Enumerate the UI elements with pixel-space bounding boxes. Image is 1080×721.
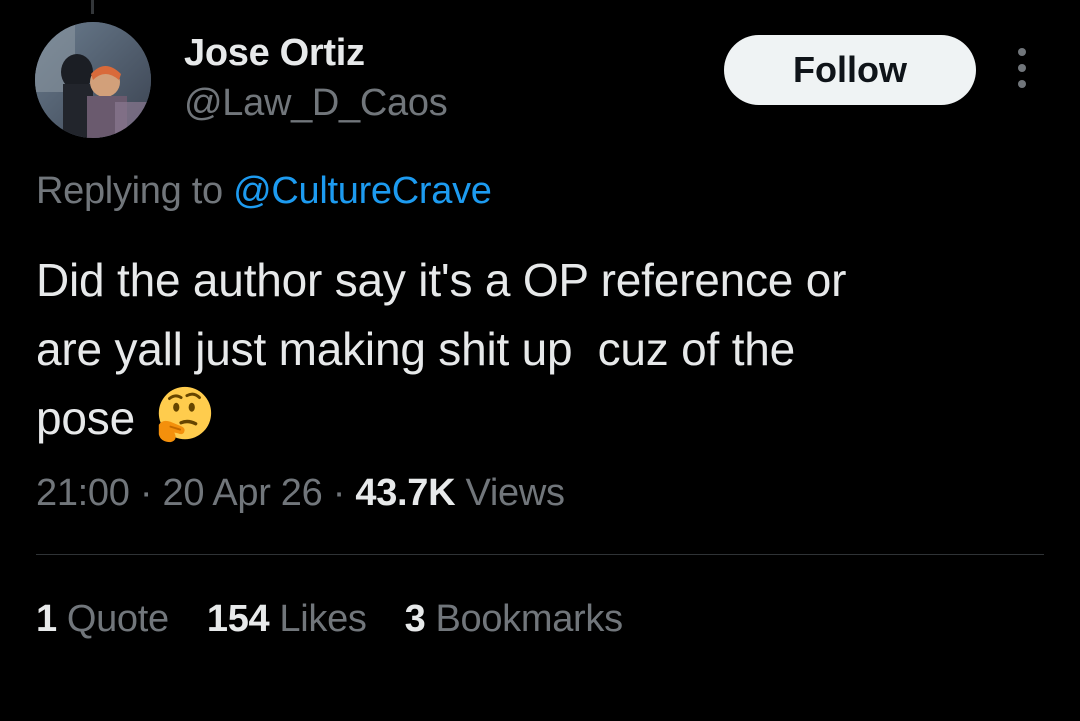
- replying-to-prefix: Replying to: [36, 170, 223, 212]
- bookmarks-count: 3: [404, 598, 426, 640]
- meta-separator: ·: [139, 472, 153, 514]
- likes-count: 154: [206, 598, 270, 640]
- more-options-icon[interactable]: [1006, 48, 1038, 88]
- avatar-image: [35, 22, 151, 138]
- views-label: Views: [465, 472, 565, 514]
- quotes-count: 1: [36, 598, 57, 640]
- more-dot: [1018, 80, 1026, 88]
- bookmarks-label: Bookmarks: [435, 598, 623, 640]
- quotes-label: Quote: [66, 598, 169, 640]
- follow-button[interactable]: Follow: [724, 35, 976, 105]
- reply-mention-link[interactable]: @CultureCrave: [233, 170, 492, 212]
- divider: [36, 554, 1044, 555]
- replying-to-line: Replying to @CultureCrave: [36, 170, 492, 213]
- likes-stat[interactable]: 154 Likes: [207, 598, 367, 641]
- tweet-text: Did the author say it's a OP reference o…: [36, 246, 1046, 453]
- engagement-stats: 1 Quote 154 Likes 3 Bookmarks: [36, 598, 623, 641]
- tweet-time[interactable]: 21:00: [36, 472, 130, 514]
- quotes-stat[interactable]: 1 Quote: [36, 598, 169, 641]
- author-handle[interactable]: @Law_D_Caos: [184, 82, 448, 125]
- thinking-face-emoji: [153, 384, 215, 446]
- author-display-name[interactable]: Jose Ortiz: [184, 32, 365, 75]
- more-dot: [1018, 48, 1026, 56]
- meta-separator: ·: [332, 472, 346, 514]
- tweet-meta: 21:00 · 20 Apr 26 · 43.7K Views: [36, 472, 565, 515]
- thread-connector-line: [91, 0, 94, 14]
- avatar[interactable]: [35, 22, 151, 138]
- bookmarks-stat[interactable]: 3 Bookmarks: [404, 598, 624, 641]
- more-dot: [1018, 64, 1026, 72]
- likes-label: Likes: [279, 598, 367, 640]
- views-count: 43.7K: [355, 472, 456, 514]
- tweet-date[interactable]: 20 Apr 26: [162, 472, 322, 514]
